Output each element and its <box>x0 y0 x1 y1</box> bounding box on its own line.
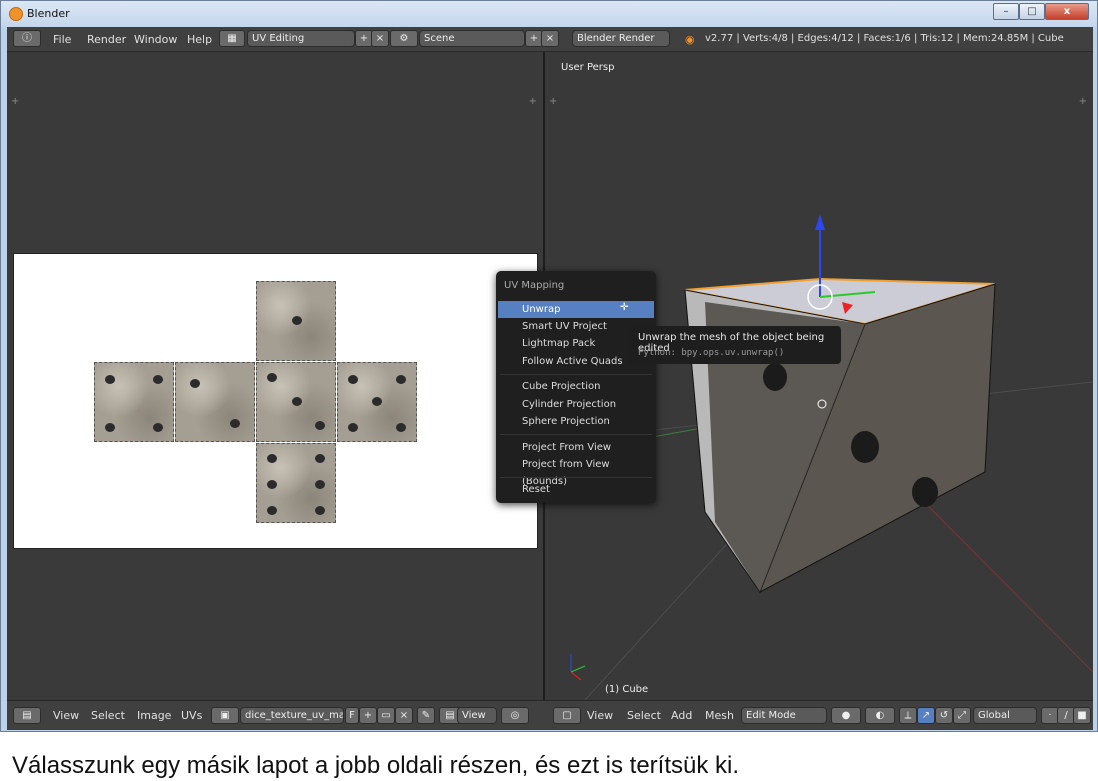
image-name-field[interactable]: dice_texture_uv_ma... <box>240 707 344 724</box>
blender-logo-icon <box>9 7 23 21</box>
caption-text: Válasszunk egy másik lapot a jobb oldali… <box>12 752 740 779</box>
uv-mapping-menu: UV Mapping Unwrap ✛ Smart UV Project Lig… <box>496 271 656 503</box>
uv-face-back[interactable] <box>175 362 255 442</box>
image-browse-icon[interactable]: ▣ <box>211 707 239 724</box>
rotate-manipulator-icon[interactable]: ↺ <box>935 707 953 724</box>
3d-editor-type-icon[interactable]: ▢ <box>553 707 581 724</box>
open-image-icon[interactable]: ▭ <box>377 707 395 724</box>
minimize-button[interactable]: – <box>993 3 1019 20</box>
tooltip-python: Python: bpy.ops.uv.unwrap() <box>638 348 785 358</box>
menu-render[interactable]: Render <box>87 33 126 46</box>
uv-face-bottom[interactable] <box>256 443 336 523</box>
active-object-label: (1) Cube <box>605 684 649 695</box>
pin-icon[interactable]: ✎ <box>417 707 435 724</box>
scene-field[interactable]: Scene <box>419 30 525 47</box>
uv-view-select[interactable]: View <box>457 707 497 724</box>
tooltip: Unwrap the mesh of the object being edit… <box>628 326 841 364</box>
screen-layout-icon[interactable]: ▦ <box>219 30 245 47</box>
blender-small-icon: ◉ <box>685 33 695 46</box>
manipulator-toggle-icon[interactable]: ⟂ <box>899 707 917 724</box>
uv-editor-type-icon[interactable]: ▤ <box>13 707 41 724</box>
unlink-image-icon[interactable]: × <box>395 707 413 724</box>
uv-face-top[interactable] <box>256 281 336 361</box>
close-button[interactable]: x <box>1045 3 1089 20</box>
menu-window[interactable]: Window <box>134 33 177 46</box>
transform-orientation-select[interactable]: Global <box>973 707 1037 724</box>
menu-item-sphere-projection[interactable]: Sphere Projection <box>498 413 654 430</box>
scene-stats: v2.77 | Verts:4/8 | Edges:4/12 | Faces:1… <box>705 33 1064 44</box>
uv-face-left[interactable] <box>94 362 174 442</box>
face-select-icon[interactable]: ■ <box>1073 707 1091 724</box>
menu-mesh[interactable]: Mesh <box>705 709 734 722</box>
title-bar: Blender – □ x <box>1 1 1097 27</box>
layout-field[interactable]: UV Editing <box>247 30 355 47</box>
menu-title: UV Mapping <box>504 280 565 291</box>
menu-item-project-from-view[interactable]: Project From View <box>498 439 654 456</box>
menu-help[interactable]: Help <box>187 33 212 46</box>
scale-manipulator-icon[interactable]: ⤢ <box>953 707 971 724</box>
window-title: Blender <box>27 7 70 20</box>
properties-toggle-icon[interactable]: + <box>529 96 537 107</box>
uv-menu-image[interactable]: Image <box>137 709 171 722</box>
uv-face-right[interactable] <box>337 362 417 442</box>
fake-user-button[interactable]: F <box>345 707 359 724</box>
remove-layout-icon[interactable]: × <box>371 30 389 47</box>
uv-image-editor[interactable]: + + <box>7 52 545 700</box>
menu-view-3d[interactable]: View <box>587 709 613 722</box>
menu-select-3d[interactable]: Select <box>627 709 661 722</box>
menu-item-unwrap[interactable]: Unwrap <box>498 301 654 318</box>
new-image-icon[interactable]: + <box>359 707 377 724</box>
viewport-shading-icon[interactable]: ● <box>831 707 861 724</box>
pivot-icon[interactable]: ◎ <box>501 707 529 724</box>
menu-item-cylinder-projection[interactable]: Cylinder Projection <box>498 396 654 413</box>
info-header: ⓘ File Render Window Help ▦ UV Editing +… <box>7 27 1093 52</box>
menu-item-reset[interactable]: Reset <box>498 481 654 498</box>
toolbar-toggle-icon[interactable]: + <box>11 96 19 107</box>
uv-menu-view[interactable]: View <box>53 709 79 722</box>
pivot-point-icon[interactable]: ◐ <box>865 707 895 724</box>
cursor-icon: ✛ <box>620 302 629 313</box>
uv-face-front[interactable] <box>256 362 336 442</box>
mode-select[interactable]: Edit Mode <box>741 707 827 724</box>
editor-headers: ▤ View Select Image UVs ▣ dice_texture_u… <box>7 700 1093 730</box>
menu-file[interactable]: File <box>53 33 71 46</box>
info-editor-type-icon[interactable]: ⓘ <box>13 30 41 47</box>
remove-scene-icon[interactable]: × <box>541 30 559 47</box>
uv-image-canvas[interactable] <box>13 253 538 549</box>
render-engine-select[interactable]: Blender Render <box>572 30 670 47</box>
menu-add[interactable]: Add <box>671 709 692 722</box>
uv-menu-uvs[interactable]: UVs <box>181 709 202 722</box>
menu-item-cube-projection[interactable]: Cube Projection <box>498 378 654 395</box>
maximize-button[interactable]: □ <box>1019 3 1045 20</box>
translate-manipulator-icon[interactable]: ↗ <box>917 707 935 724</box>
uv-menu-select[interactable]: Select <box>91 709 125 722</box>
scene-icon[interactable]: ⚙ <box>390 30 418 47</box>
menu-item-project-from-view-bounds[interactable]: Project from View (Bounds) <box>498 456 654 487</box>
